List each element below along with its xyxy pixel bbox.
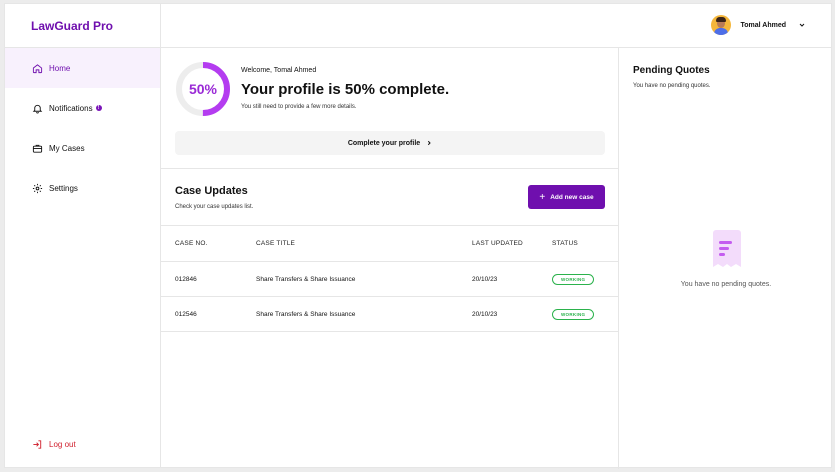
case-title: Share Transfers & Share Issuance <box>256 261 472 297</box>
sidebar-item-label: My Cases <box>49 143 85 153</box>
table-header-row: CASE NO. CASE TITLE LAST UPDATED STATUS <box>161 225 618 262</box>
sidebar-item-label: Settings <box>49 183 78 193</box>
last-updated: 20/10/23 <box>472 296 552 332</box>
top-bar: Tomal Ahmed <box>161 4 831 48</box>
sidebar-item-label: Notifications <box>49 103 93 113</box>
status-badge: WORKING <box>552 308 595 320</box>
sidebar-item-settings[interactable]: Settings <box>5 168 160 208</box>
chevron-right-icon <box>428 140 431 146</box>
column-header-status: STATUS <box>552 225 618 262</box>
main-content: 50% Welcome, Tomal Ahmed Your profile is… <box>161 48 619 469</box>
column-header-last-updated: LAST UPDATED <box>472 225 552 262</box>
complete-profile-label: Complete your profile <box>347 139 421 147</box>
status-badge: WORKING <box>552 273 595 285</box>
user-menu[interactable]: Tomal Ahmed <box>711 15 806 35</box>
notification-badge: ! <box>95 105 102 111</box>
bell-icon <box>32 104 43 114</box>
profile-completion-card: 50% Welcome, Tomal Ahmed Your profile is… <box>161 48 618 169</box>
app-window: LawGuard Pro Home Notifications ! My Cas… <box>4 3 833 469</box>
case-number: 012546 <box>161 296 256 332</box>
home-icon <box>32 63 43 73</box>
status-cell: WORKING <box>552 296 618 332</box>
column-header-case-no: CASE NO. <box>161 225 256 262</box>
table-row[interactable]: 012546 Share Transfers & Share Issuance … <box>161 296 618 332</box>
case-updates-subtitle: Check your case updates list. <box>175 204 254 210</box>
add-new-case-label: Add new case <box>550 193 594 201</box>
briefcase-icon <box>32 144 43 153</box>
status-cell: WORKING <box>552 261 618 297</box>
sidebar-item-my-cases[interactable]: My Cases <box>5 128 160 168</box>
add-new-case-button[interactable]: + Add new case <box>528 185 605 209</box>
pending-quotes-title: Pending Quotes <box>633 65 710 76</box>
avatar <box>711 15 732 35</box>
app-logo[interactable]: LawGuard Pro <box>5 4 160 48</box>
table-row[interactable]: 012846 Share Transfers & Share Issuance … <box>161 261 618 297</box>
pending-quotes-panel: Pending Quotes You have no pending quote… <box>619 48 833 469</box>
logout-label: Log out <box>49 440 76 449</box>
sidebar-item-home[interactable]: Home <box>5 48 160 88</box>
sidebar: LawGuard Pro Home Notifications ! My Cas… <box>5 4 161 467</box>
column-header-case-title: CASE TITLE <box>256 225 472 262</box>
case-number: 012846 <box>161 261 256 297</box>
logout-button[interactable]: Log out <box>32 439 76 450</box>
sidebar-item-notifications[interactable]: Notifications ! <box>5 88 160 128</box>
case-updates-title: Case Updates <box>175 185 248 197</box>
case-updates-table: CASE NO. CASE TITLE LAST UPDATED STATUS … <box>161 225 618 332</box>
case-updates-header: Case Updates Check your case updates lis… <box>161 169 618 225</box>
receipt-icon <box>713 230 741 267</box>
plus-icon: + <box>539 191 546 203</box>
last-updated: 20/10/23 <box>472 261 552 297</box>
sidebar-item-label: Home <box>49 63 71 73</box>
profile-subtext: You still need to provide a few more det… <box>241 104 357 110</box>
chevron-down-icon <box>799 23 805 27</box>
user-name: Tomal Ahmed <box>740 21 786 29</box>
gear-icon <box>32 183 43 193</box>
logout-icon <box>33 440 42 449</box>
pending-quotes-subtitle: You have no pending quotes. <box>633 83 711 89</box>
complete-profile-button[interactable]: Complete your profile <box>175 131 605 155</box>
profile-headline: Your profile is 50% complete. <box>241 81 450 98</box>
progress-percent: 50% <box>188 81 218 97</box>
sidebar-nav: Home Notifications ! My Cases Settings <box>5 48 160 208</box>
empty-state-text: You have no pending quotes. <box>680 281 772 288</box>
case-title: Share Transfers & Share Issuance <box>256 296 472 332</box>
welcome-text: Welcome, Tomal Ahmed <box>241 67 317 74</box>
